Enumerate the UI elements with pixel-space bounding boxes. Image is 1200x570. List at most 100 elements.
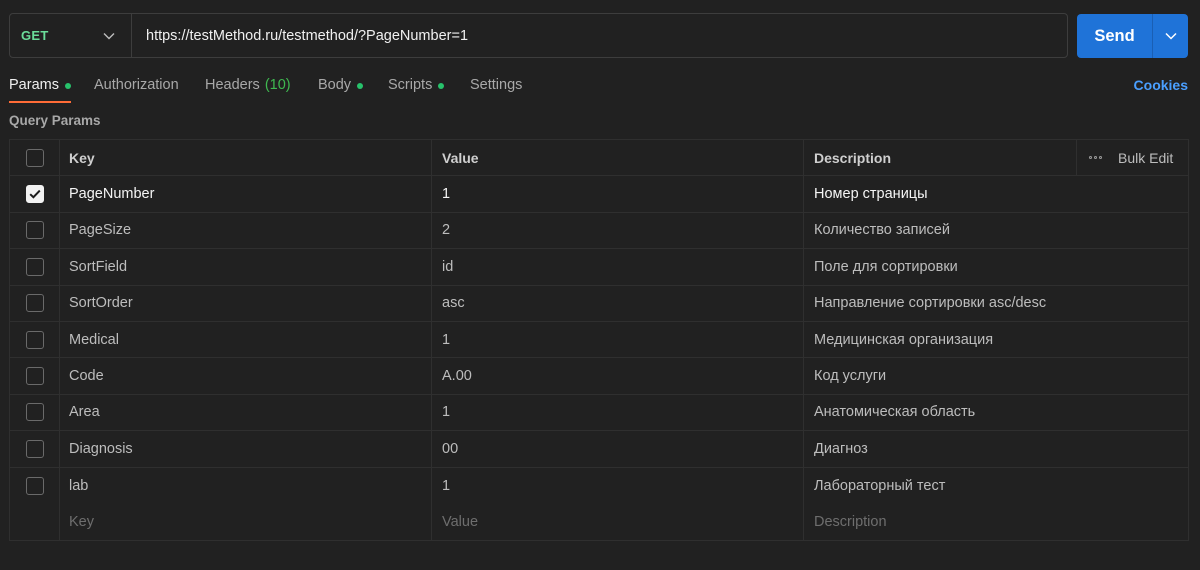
tab-scripts[interactable]: Scripts [388,72,445,103]
row-checkbox[interactable] [25,439,44,458]
tab-body[interactable]: Body [318,72,364,103]
param-key-text: lab [69,477,89,494]
method-select[interactable]: GET [10,14,132,57]
param-description[interactable]: Анатомическая область [804,395,1188,430]
table-row: Diagnosis 00 Диагноз [10,431,1188,468]
cookies-link[interactable]: Cookies [1134,77,1188,93]
param-value[interactable]: A.00 [432,358,804,394]
param-value[interactable]: 1 [432,176,804,212]
param-key-text: Medical [69,331,119,348]
param-description-text: Номер страницы [814,186,928,203]
tab-settings[interactable]: Settings [470,72,522,103]
row-checkbox[interactable] [25,330,44,349]
param-key[interactable]: Medical [60,321,432,358]
param-description[interactable]: Номер страницы [804,176,1188,211]
param-value[interactable]: 2 [432,212,804,249]
row-checkbox[interactable] [25,476,44,495]
tab-headers[interactable]: Headers (10) [205,72,291,103]
param-value-text: 1 [442,186,451,203]
param-value[interactable]: asc [432,285,804,321]
bulk-edit-label: Bulk Edit [1118,149,1174,166]
value-header: Value [432,140,804,176]
tab-authorization[interactable]: Authorization [94,72,179,103]
param-value-text: 2 [442,222,451,239]
tab-label: Headers [205,77,260,93]
request-url-bar: GET [9,13,1068,58]
table-row: SortOrder asc Направление сортировки asc/d… [10,285,1188,322]
status-dot [357,83,364,89]
url-input[interactable] [132,13,1067,58]
new-param-row: Key Value Description [10,503,1188,541]
param-key[interactable]: SortOrder [60,285,432,321]
send-options-button[interactable] [1152,14,1188,58]
row-check-cell [10,212,60,249]
row-check-cell [10,467,60,504]
bulk-edit-button[interactable]: Bulk Edit [1076,140,1188,176]
param-key-text: PageSize [69,222,132,239]
param-value-text: asc [442,295,465,312]
tab-params[interactable]: Params [9,72,71,103]
key-placeholder: Key [69,514,94,531]
row-checkbox[interactable] [25,294,44,313]
row-checkbox[interactable] [25,257,44,276]
param-key[interactable]: Code [60,358,432,394]
param-description[interactable]: Направление сортировки asc/desc [804,286,1188,321]
table-row: Medical 1 Медицинская организация [10,321,1188,359]
param-key[interactable]: PageSize [60,212,432,249]
param-value[interactable]: 1 [432,321,804,358]
more-icon [1089,156,1102,160]
query-params-table: Key Value Description Bulk Edit PageNumb… [9,139,1189,542]
param-value-text: 1 [442,477,451,494]
tab-label: Params [9,77,59,93]
param-key-text: Diagnosis [69,440,133,457]
request-tabs: Params Authorization Headers (10) Body S… [9,72,1188,104]
param-value[interactable]: 00 [432,431,804,467]
table-row: lab 1 Лабораторный тест [10,467,1188,504]
param-description[interactable]: Код услуги [804,358,1188,393]
param-description-text: Лабораторный тест [814,477,946,494]
param-description[interactable]: Диагноз [804,431,1188,466]
row-checkbox[interactable] [25,403,44,422]
send-button[interactable]: Send [1077,14,1152,58]
status-dot [64,83,71,89]
param-value[interactable]: 1 [432,467,804,504]
param-description-text: Диагноз [814,440,868,457]
param-value[interactable]: id [432,249,804,285]
param-key[interactable]: SortField [60,249,432,285]
param-description-text: Анатомическая область [814,404,976,421]
param-description[interactable]: Медицинская организация [804,322,1188,357]
param-description[interactable]: Лабораторный тест [804,468,1188,504]
description-header: Description [814,149,892,166]
param-key-text: SortField [69,258,128,275]
param-key[interactable]: Area [60,394,432,431]
param-description[interactable]: Поле для сортировки [804,249,1188,284]
new-value-input[interactable]: Value [432,503,804,541]
table-header-row: Key Value Description Bulk Edit [10,140,1188,177]
tab-label: Settings [470,77,523,93]
row-checkbox[interactable] [25,221,44,240]
param-description-text: Поле для сортировки [814,258,958,275]
param-value[interactable]: 1 [432,394,804,431]
new-key-input[interactable]: Key [60,503,432,541]
param-key-text: Code [69,368,104,385]
param-description-text: Медицинская организация [814,331,994,348]
table-row: Area 1 Анатомическая область [10,394,1188,432]
param-value-text: 1 [442,404,451,421]
row-checkbox[interactable] [25,367,44,386]
select-all-checkbox[interactable] [25,148,44,167]
param-key[interactable]: PageNumber [60,176,432,212]
param-key-text: PageNumber [69,186,155,203]
param-rows: PageNumber 1 Номер страницы PageSize 2 Количе… [10,176,1188,504]
param-description-text: Направление сортировки asc/desc [814,295,1047,312]
new-description-input[interactable]: Description [804,504,1188,540]
param-value-text: id [442,258,454,275]
param-description[interactable]: Количество записей [804,213,1188,248]
row-check-cell [10,285,60,321]
headers-count: (10) [264,77,291,93]
send-button-group: Send [1077,14,1188,58]
checkmark-icon [29,189,41,199]
value-placeholder: Value [442,514,479,531]
row-checkbox[interactable] [25,185,44,204]
param-key[interactable]: lab [60,467,432,504]
param-key[interactable]: Diagnosis [60,431,432,467]
